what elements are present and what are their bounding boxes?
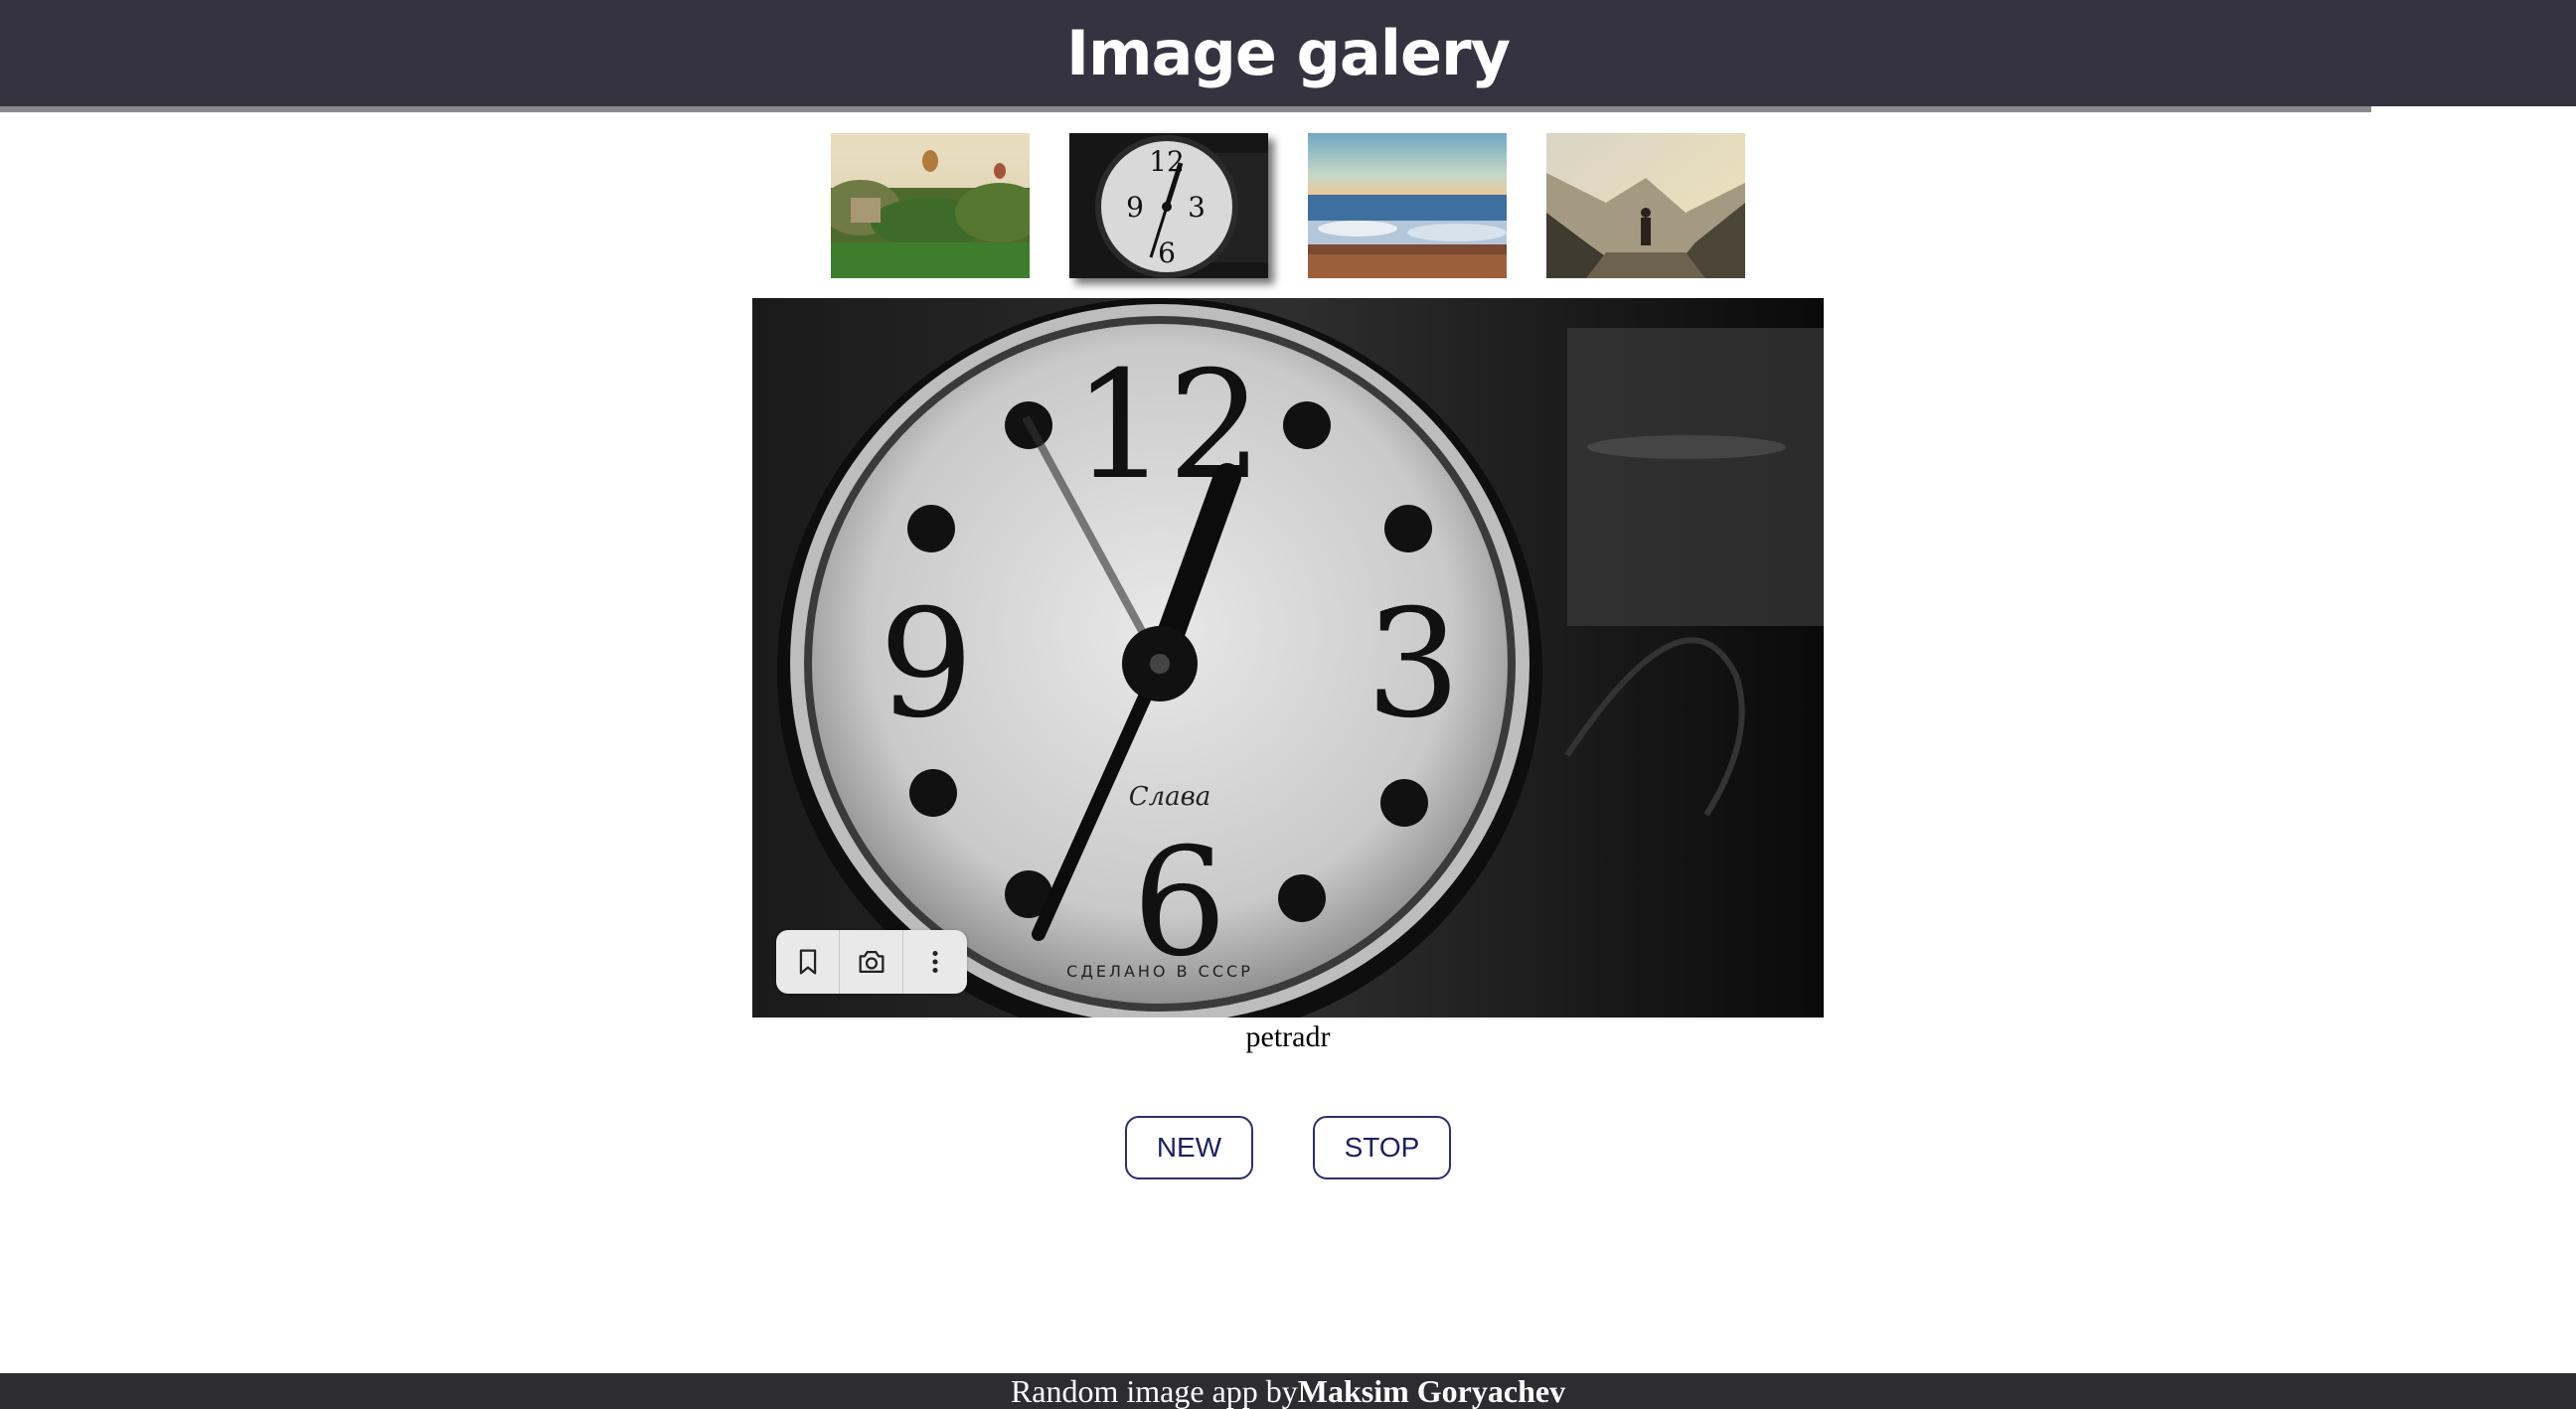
footer-prefix: Random image app by bbox=[1010, 1372, 1298, 1409]
svg-text:3: 3 bbox=[1366, 578, 1460, 751]
svg-text:9: 9 bbox=[1126, 191, 1144, 224]
bookmark-icon bbox=[799, 949, 816, 975]
svg-text:6: 6 bbox=[1158, 236, 1176, 269]
footer-author: Maksim Goryachev bbox=[1297, 1372, 1566, 1409]
balloons-image bbox=[831, 133, 1030, 278]
clock-thumb-image: 12 3 6 9 bbox=[1069, 133, 1268, 278]
header-divider bbox=[0, 106, 2371, 112]
clock-photo: 12 3 6 9 Слава СДЕЛАНО В СССР bbox=[752, 298, 1824, 1018]
thumbnail-hiker[interactable] bbox=[1546, 133, 1745, 278]
svg-text:9: 9 bbox=[879, 578, 973, 751]
svg-text:СДЕЛАНО В СССР: СДЕЛАНО В СССР bbox=[1066, 962, 1253, 981]
svg-text:Слава: Слава bbox=[1129, 782, 1211, 812]
thumbnail-sea[interactable] bbox=[1308, 133, 1507, 278]
thumbnail-balloons[interactable] bbox=[831, 133, 1030, 278]
image-overlay-toolbar bbox=[776, 930, 967, 994]
main-image: 12 3 6 9 Слава СДЕЛАНО В СССР bbox=[752, 298, 1824, 1018]
camera-icon bbox=[859, 950, 884, 974]
sea-image bbox=[1308, 133, 1507, 278]
image-author: petradr bbox=[1245, 1020, 1331, 1053]
more-options-button[interactable] bbox=[903, 930, 967, 994]
app-footer: Random image app by Maksim Goryachev bbox=[0, 1373, 2576, 1409]
camera-button[interactable] bbox=[840, 930, 903, 994]
thumbnail-strip: 12 3 6 9 bbox=[0, 133, 2576, 278]
bookmark-button[interactable] bbox=[776, 930, 840, 994]
more-vertical-icon bbox=[932, 950, 938, 974]
hiker-image bbox=[1546, 133, 1745, 278]
app-header: Image galery bbox=[0, 0, 2576, 106]
page-title: Image galery bbox=[1065, 17, 1511, 89]
new-button[interactable]: NEW bbox=[1125, 1116, 1253, 1179]
thumbnail-clock[interactable]: 12 3 6 9 bbox=[1069, 133, 1268, 278]
svg-text:3: 3 bbox=[1188, 191, 1206, 224]
stop-button[interactable]: STOP bbox=[1313, 1116, 1451, 1179]
